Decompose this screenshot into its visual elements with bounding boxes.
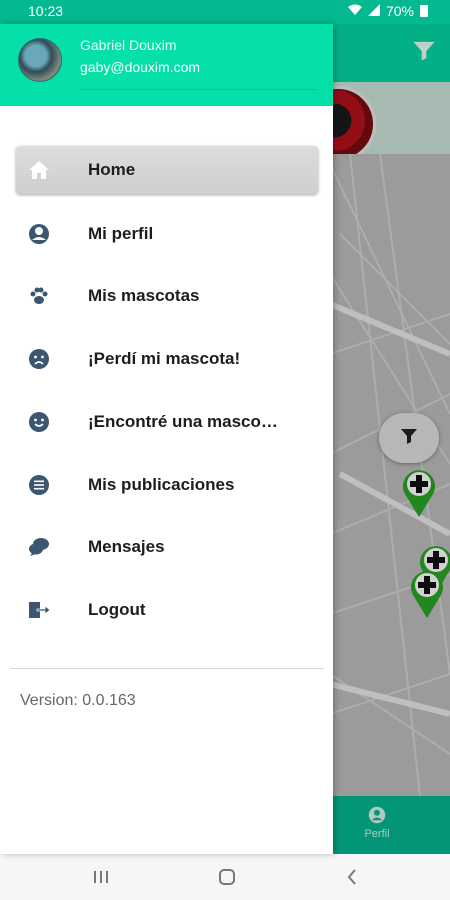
recent-apps-button[interactable] <box>86 866 116 888</box>
header-divider <box>80 89 316 90</box>
menu-label: Mis mascotas <box>88 286 200 305</box>
menu-label: Logout <box>88 600 146 619</box>
menu-item-home[interactable]: Home <box>16 146 318 194</box>
user-email: gaby@douxim.com <box>80 59 201 75</box>
status-bar: 10:23 70% <box>0 0 450 24</box>
drawer-header: Gabriel Douxim gaby@douxim.com <box>0 24 333 106</box>
menu-label: ¡Encontré una masco… <box>88 412 278 431</box>
user-name: Gabriel Douxim <box>80 37 177 53</box>
sad-face-icon <box>27 347 51 371</box>
user-circle-icon <box>27 222 51 246</box>
menu-label: Mis publicaciones <box>88 475 235 494</box>
wifi-icon <box>347 3 362 19</box>
app-version: Version: 0.0.163 <box>20 692 136 709</box>
menu-item-perdi-mi-mascota[interactable]: ¡Perdí mi mascota! <box>16 335 318 383</box>
system-nav-bar <box>0 854 450 900</box>
battery-icon <box>420 5 428 17</box>
menu-item-mensajes[interactable]: Mensajes <box>16 523 318 571</box>
status-icons: 70% <box>347 3 428 19</box>
status-time: 10:23 <box>28 3 64 19</box>
menu-label: Home <box>88 160 136 179</box>
home-icon <box>27 158 51 182</box>
back-button[interactable] <box>337 866 367 888</box>
menu-label: Mensajes <box>88 537 165 556</box>
logout-icon <box>27 598 51 622</box>
menu-item-mis-publicaciones[interactable]: Mis publicaciones <box>16 461 318 509</box>
battery-percent: 70% <box>385 3 414 19</box>
menu-label: Mi perfil <box>88 224 154 243</box>
menu-item-mi-perfil[interactable]: Mi perfil <box>16 210 318 258</box>
navigation-drawer: Gabriel Douxim gaby@douxim.com Home Mi p… <box>0 24 333 854</box>
home-nav-button[interactable] <box>212 866 242 888</box>
user-avatar[interactable] <box>18 38 62 82</box>
list-icon <box>27 473 51 497</box>
paw-icon <box>27 284 51 308</box>
menu-item-mis-mascotas[interactable]: Mis mascotas <box>16 272 318 320</box>
menu-item-logout[interactable]: Logout <box>16 586 318 634</box>
drawer-divider <box>10 668 324 669</box>
menu-label: ¡Perdí mi mascota! <box>88 349 241 368</box>
signal-icon <box>367 3 380 19</box>
chat-icon <box>27 535 51 559</box>
menu-item-encontre-una-mascota[interactable]: ¡Encontré una masco… <box>16 398 318 446</box>
smile-face-icon <box>27 410 51 434</box>
